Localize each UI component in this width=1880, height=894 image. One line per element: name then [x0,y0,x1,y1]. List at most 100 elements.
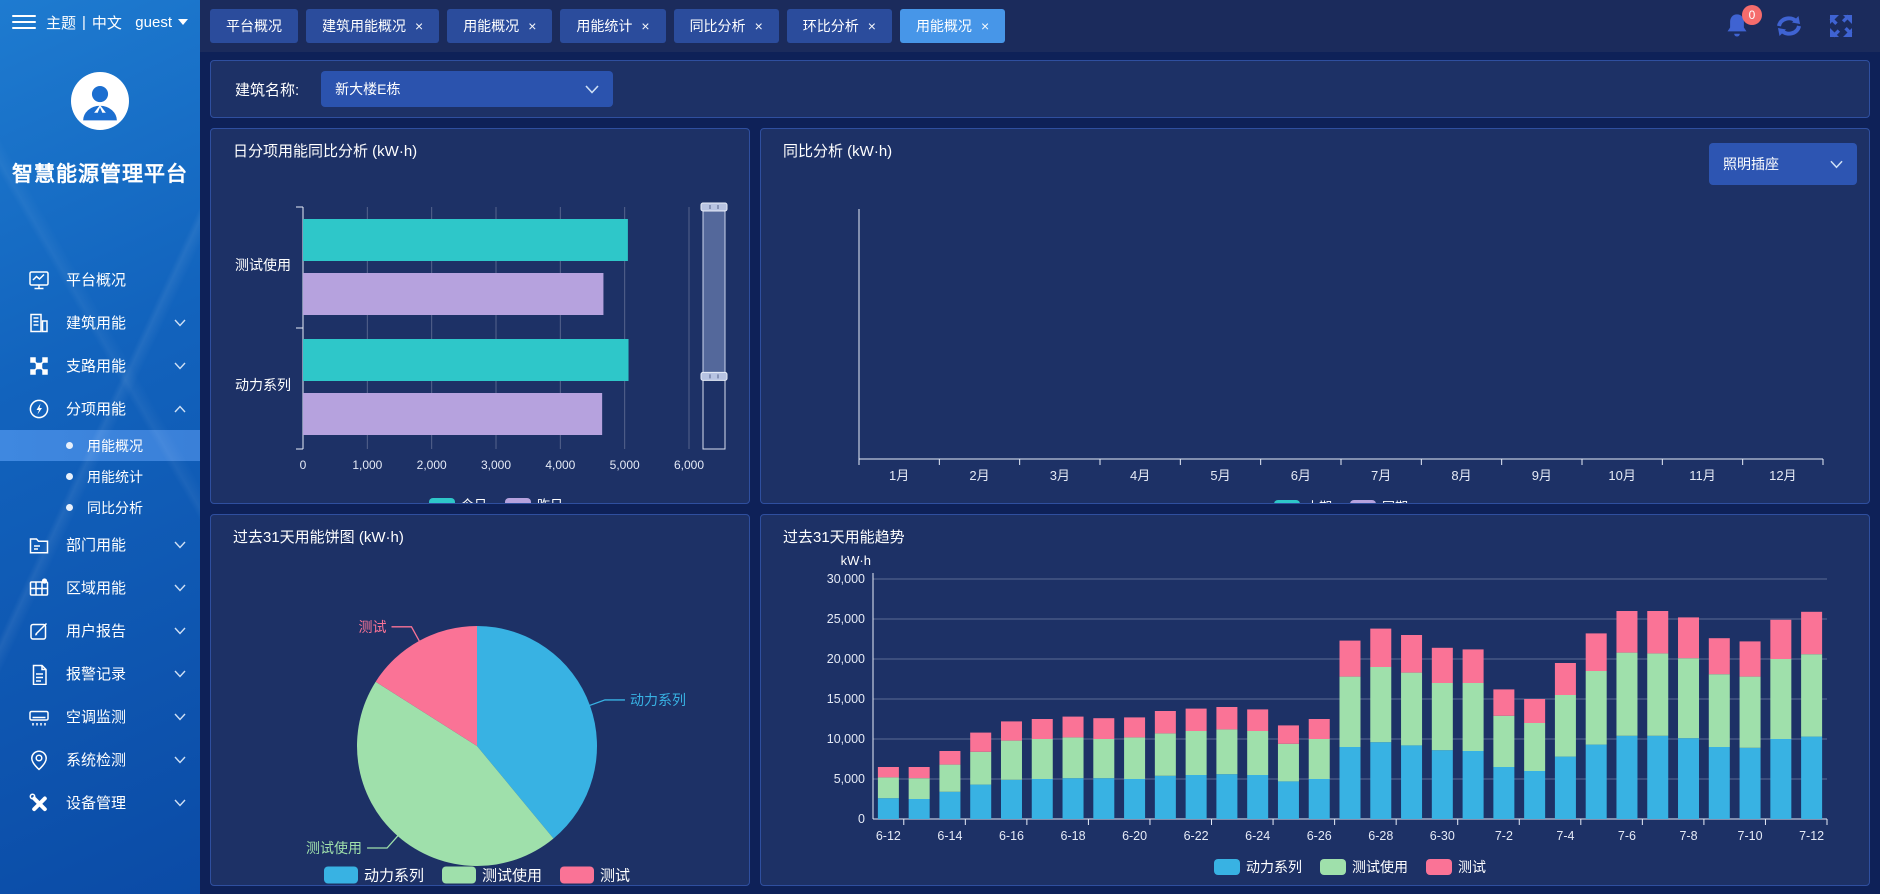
stack-bar-7-10-动力系列[interactable] [1740,748,1761,819]
category-select[interactable]: 照明插座 [1709,143,1857,185]
sidebar-subitem[interactable]: 用能统计 [0,461,200,492]
stack-bar-6-12-测试[interactable] [878,767,899,777]
legend-item-测试[interactable]: 测试 [1426,859,1486,875]
stack-bar-7-10-测试[interactable] [1740,641,1761,676]
legend-item-动力系列[interactable]: 动力系列 [1214,859,1302,875]
stack-bar-6-25-动力系列[interactable] [1278,781,1299,819]
legend-item-动力系列[interactable]: 动力系列 [324,867,424,885]
stack-bar-6-27-动力系列[interactable] [1340,747,1361,819]
stack-bar-6-15-测试[interactable] [970,733,991,752]
tab-close-icon[interactable]: × [868,18,876,34]
stack-bar-7-1-动力系列[interactable] [1463,751,1484,819]
stack-bar-6-23-测试使用[interactable] [1216,729,1237,774]
stack-bar-7-7-测试[interactable] [1647,611,1668,653]
stack-bar-6-19-测试使用[interactable] [1093,739,1114,778]
legend-item-本期[interactable]: 本期 [1274,500,1332,503]
trend-chart-canvas[interactable]: 05,00010,00015,00020,00025,00030,000kW·h… [761,553,1869,885]
stack-bar-6-22-动力系列[interactable] [1186,775,1207,819]
stack-bar-6-27-测试[interactable] [1340,641,1361,677]
stack-bar-6-19-动力系列[interactable] [1093,778,1114,819]
stack-bar-7-5-测试使用[interactable] [1586,671,1607,745]
stack-bar-7-12-动力系列[interactable] [1801,737,1822,819]
sidebar-item-alarm[interactable]: 报警记录 [0,652,200,695]
stack-bar-6-28-测试使用[interactable] [1370,667,1391,742]
stack-bar-6-24-测试使用[interactable] [1247,731,1268,775]
stack-bar-6-24-测试[interactable] [1247,709,1268,731]
stack-bar-7-11-动力系列[interactable] [1770,739,1791,819]
legend-item-测试[interactable]: 测试 [560,867,630,885]
stack-bar-7-9-动力系列[interactable] [1709,747,1730,819]
stack-bar-6-26-测试使用[interactable] [1309,739,1330,779]
yoy-chart-canvas[interactable]: 1月2月3月4月5月6月7月8月9月10月11月12月本期同期 [761,167,1869,503]
stack-bar-6-14-测试使用[interactable] [939,765,960,792]
tab-close-icon[interactable]: × [755,18,763,34]
stack-bar-6-17-测试[interactable] [1032,719,1053,739]
stack-bar-7-8-测试使用[interactable] [1678,658,1699,738]
stack-bar-6-12-测试使用[interactable] [878,777,899,798]
stack-bar-7-10-测试使用[interactable] [1740,677,1761,748]
tab-平台概况[interactable]: 平台概况 [210,9,298,43]
sidebar-item-system[interactable]: 系统检测 [0,738,200,781]
stack-bar-6-20-测试使用[interactable] [1124,737,1145,779]
stack-bar-6-15-测试使用[interactable] [970,752,991,785]
user-menu[interactable]: guest [135,14,188,31]
legend-item-昨日[interactable]: 昨日 [505,498,563,503]
sidebar-item-department[interactable]: 部门用能 [0,523,200,566]
bar-动力系列-今日[interactable] [303,339,629,381]
stack-bar-7-7-动力系列[interactable] [1647,736,1668,819]
stack-bar-7-1-测试使用[interactable] [1463,683,1484,751]
hamburger-menu-icon[interactable] [12,15,36,29]
stack-bar-6-17-测试使用[interactable] [1032,739,1053,779]
stack-bar-7-12-测试使用[interactable] [1801,654,1822,736]
stack-bar-6-28-测试[interactable] [1370,629,1391,667]
stack-bar-6-14-测试[interactable] [939,751,960,765]
stack-bar-7-8-动力系列[interactable] [1678,738,1699,819]
stack-bar-6-25-测试[interactable] [1278,725,1299,743]
stack-bar-6-20-动力系列[interactable] [1124,779,1145,819]
stack-bar-6-13-测试使用[interactable] [909,778,930,799]
sidebar-item-category[interactable]: 分项用能 [0,387,200,430]
stack-bar-6-12-动力系列[interactable] [878,798,899,819]
tab-环比分析[interactable]: 环比分析× [787,9,892,43]
stack-bar-7-3-动力系列[interactable] [1524,771,1545,819]
stack-bar-6-28-动力系列[interactable] [1370,742,1391,819]
stack-bar-6-13-测试[interactable] [909,767,930,778]
stack-bar-6-24-动力系列[interactable] [1247,775,1268,819]
stack-bar-7-2-动力系列[interactable] [1493,767,1514,819]
legend-item-今日[interactable]: 今日 [429,498,487,503]
notifications-button[interactable]: 0 [1724,12,1750,40]
stack-bar-7-3-测试使用[interactable] [1524,723,1545,771]
sidebar-item-branch[interactable]: 支路用能 [0,344,200,387]
stack-bar-7-4-测试[interactable] [1555,663,1576,695]
sidebar-item-region[interactable]: 区域用能 [0,566,200,609]
tab-close-icon[interactable]: × [981,18,989,34]
stack-bar-6-18-测试使用[interactable] [1063,737,1084,778]
refresh-button[interactable] [1774,13,1804,39]
stack-bar-6-21-测试[interactable] [1155,711,1176,733]
stack-bar-7-8-测试[interactable] [1678,617,1699,658]
sidebar-item-building[interactable]: 建筑用能 [0,301,200,344]
stack-bar-6-20-测试[interactable] [1124,717,1145,737]
sidebar-subitem[interactable]: 同比分析 [0,492,200,523]
stack-bar-6-16-测试使用[interactable] [1001,741,1022,780]
datazoom-handle[interactable] [701,372,727,380]
tab-同比分析[interactable]: 同比分析× [674,9,779,43]
tab-close-icon[interactable]: × [528,18,536,34]
stack-bar-7-2-测试使用[interactable] [1493,716,1514,767]
stack-bar-7-3-测试[interactable] [1524,699,1545,723]
sidebar-subitem[interactable]: 用能概况 [0,430,200,461]
stack-bar-7-4-测试使用[interactable] [1555,695,1576,757]
tab-用能统计[interactable]: 用能统计× [560,9,665,43]
sidebar-item-platform[interactable]: 平台概况 [0,258,200,301]
stack-bar-6-30-测试使用[interactable] [1432,683,1453,750]
language-link[interactable]: 中文 [92,12,122,33]
building-select[interactable]: 新大楼E栋 [321,71,613,107]
stack-bar-6-25-测试使用[interactable] [1278,744,1299,782]
stack-bar-6-22-测试[interactable] [1186,709,1207,731]
sidebar-item-report[interactable]: 用户报告 [0,609,200,652]
stack-bar-6-29-测试[interactable] [1401,635,1422,673]
stack-bar-6-18-测试[interactable] [1063,717,1084,738]
stack-bar-6-21-动力系列[interactable] [1155,776,1176,819]
fullscreen-button[interactable] [1828,13,1854,39]
stack-bar-7-6-动力系列[interactable] [1616,736,1637,819]
